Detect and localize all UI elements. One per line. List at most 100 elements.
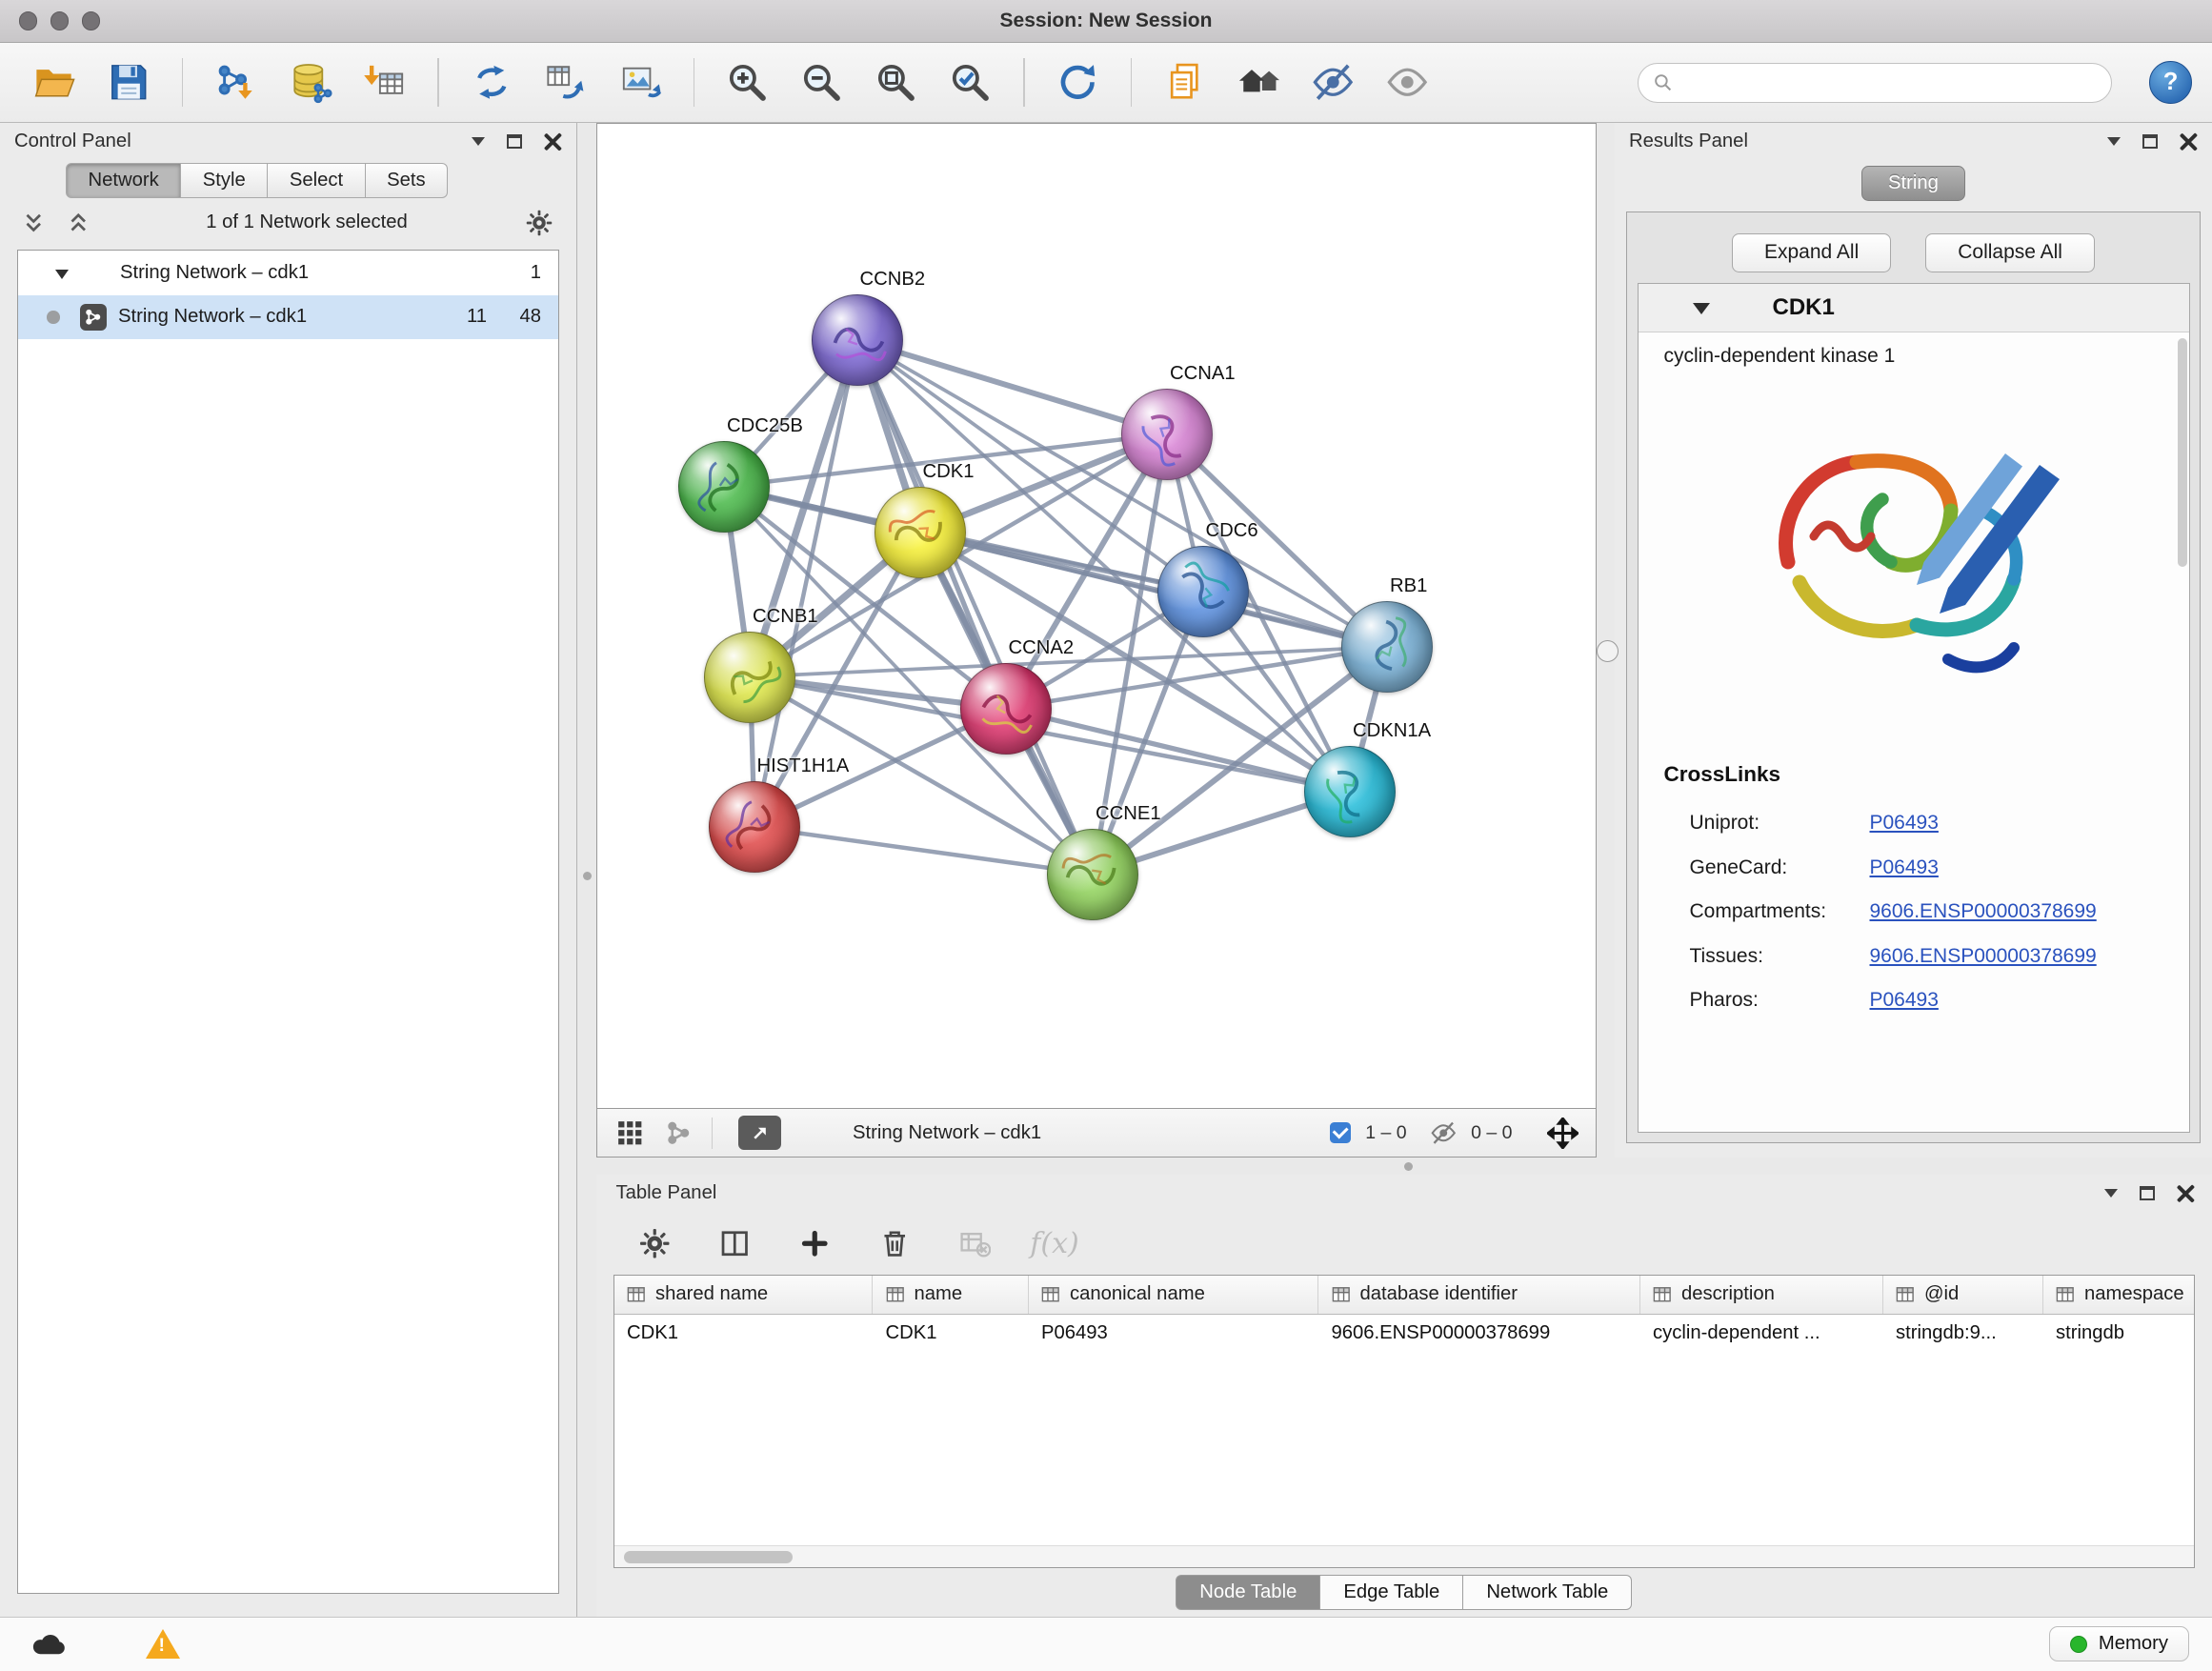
collapse-all-button[interactable]: Collapse All bbox=[1925, 233, 2095, 272]
edge-CCNB2-CCNE1[interactable] bbox=[857, 340, 1094, 875]
gene-collapse-icon[interactable] bbox=[1693, 303, 1710, 323]
network-collection-row[interactable]: String Network – cdk1 1 bbox=[18, 251, 558, 295]
network-canvas[interactable]: CCNB2CCNA1CDC25BCDK1CDC6RB1CCNB1CCNA2CDK… bbox=[596, 123, 1597, 1109]
crosslink-tissues-link[interactable]: 9606.ENSP00000378699 bbox=[1870, 945, 2097, 968]
gene-section-header[interactable]: CDK1 bbox=[1639, 284, 2189, 332]
node-CDC6[interactable] bbox=[1157, 546, 1249, 637]
node-RB1[interactable] bbox=[1341, 601, 1433, 693]
node-table-body: CDK1CDK1P064939606.ENSP00000378699cyclin… bbox=[614, 1315, 2195, 1546]
import-network-database-button[interactable] bbox=[276, 51, 345, 114]
column-header-database-identifier[interactable]: database identifier bbox=[1318, 1276, 1640, 1314]
collapse-tree-icon[interactable] bbox=[68, 211, 90, 234]
control-tab-network[interactable]: Network bbox=[66, 163, 181, 198]
results-panel-float-icon[interactable] bbox=[2142, 134, 2159, 149]
zoom-selected-button[interactable] bbox=[936, 51, 1005, 114]
expand-tree-icon[interactable] bbox=[23, 211, 45, 234]
results-panel-close-icon[interactable] bbox=[2180, 132, 2199, 151]
control-tab-style[interactable]: Style bbox=[181, 163, 268, 198]
duplicate-network-button[interactable] bbox=[457, 51, 526, 114]
grid-view-icon[interactable] bbox=[614, 1117, 646, 1149]
network-options-gear-icon[interactable] bbox=[525, 209, 553, 237]
birdseye-view-button[interactable] bbox=[738, 1116, 781, 1150]
control-panel-menu-icon[interactable] bbox=[472, 137, 485, 152]
zoom-in-button[interactable] bbox=[714, 51, 782, 114]
tab-edge-table[interactable]: Edge Table bbox=[1320, 1575, 1463, 1610]
warnings-button[interactable] bbox=[137, 1625, 189, 1662]
table-panel-splitter[interactable] bbox=[596, 1158, 2212, 1175]
maximize-window-button[interactable] bbox=[82, 11, 101, 30]
tab-node-table[interactable]: Node Table bbox=[1176, 1575, 1320, 1610]
selected-nodes-checkbox-icon[interactable] bbox=[1330, 1122, 1352, 1144]
control-panel-float-icon[interactable] bbox=[507, 134, 523, 149]
scrollbar-thumb[interactable] bbox=[624, 1551, 793, 1564]
crosslink-pharos-link[interactable]: P06493 bbox=[1870, 989, 1939, 1012]
import-network-file-button[interactable] bbox=[202, 51, 271, 114]
node-HIST1H1A[interactable] bbox=[709, 781, 800, 873]
control-tab-select[interactable]: Select bbox=[268, 163, 365, 198]
refresh-view-button[interactable] bbox=[1043, 51, 1112, 114]
column-header-shared-name[interactable]: shared name bbox=[614, 1276, 874, 1314]
collection-expand-icon[interactable] bbox=[55, 270, 69, 286]
hide-panel-button[interactable] bbox=[1299, 51, 1368, 114]
home-button[interactable] bbox=[1225, 51, 1294, 114]
expand-all-button[interactable]: Expand All bbox=[1732, 233, 1891, 272]
node-CCNA1[interactable] bbox=[1121, 389, 1213, 480]
column-header-name[interactable]: name bbox=[873, 1276, 1029, 1314]
string-results-tab[interactable]: String bbox=[1861, 166, 1965, 201]
node-CDK1[interactable] bbox=[875, 487, 966, 578]
node-CDKN1A[interactable] bbox=[1304, 746, 1396, 837]
column-header-description[interactable]: description bbox=[1640, 1276, 1883, 1314]
network-row[interactable]: String Network – cdk1 11 48 bbox=[18, 295, 558, 340]
tab-network-table[interactable]: Network Table bbox=[1463, 1575, 1632, 1610]
results-panel-menu-icon[interactable] bbox=[2107, 137, 2121, 152]
node-CCNE1[interactable] bbox=[1047, 829, 1138, 920]
node-CCNB2[interactable] bbox=[812, 294, 903, 386]
column-header-canonical-name[interactable]: canonical name bbox=[1029, 1276, 1319, 1314]
table-panel-float-icon[interactable] bbox=[2140, 1186, 2156, 1200]
open-session-button[interactable] bbox=[20, 51, 89, 114]
control-tab-sets[interactable]: Sets bbox=[366, 163, 449, 198]
import-table-button[interactable] bbox=[351, 51, 419, 114]
delete-column-button[interactable] bbox=[876, 1225, 914, 1262]
search-input[interactable] bbox=[1681, 71, 2097, 93]
column-header-namespace[interactable]: namespace bbox=[2043, 1276, 2195, 1314]
export-image-button[interactable] bbox=[606, 51, 674, 114]
edge-CCNB2-CCNA1[interactable] bbox=[857, 340, 1168, 434]
pan-move-icon[interactable] bbox=[1547, 1117, 1579, 1149]
edge-HIST1H1A-CCNE1[interactable] bbox=[754, 827, 1094, 875]
zoom-out-button[interactable] bbox=[788, 51, 856, 114]
session-details-button[interactable] bbox=[1151, 51, 1219, 114]
share-network-icon[interactable] bbox=[663, 1117, 694, 1149]
crosslink-genecard-link[interactable]: P06493 bbox=[1870, 856, 1939, 879]
help-button[interactable]: ? bbox=[2149, 61, 2192, 104]
crosslink-compartments-link[interactable]: 9606.ENSP00000378699 bbox=[1870, 900, 2097, 923]
edge-CDK1-RB1[interactable] bbox=[920, 533, 1388, 647]
toolbar-search[interactable] bbox=[1638, 63, 2112, 103]
titlebar[interactable]: Session: New Session bbox=[0, 0, 2212, 43]
network-from-table-button[interactable] bbox=[532, 51, 600, 114]
add-column-button[interactable] bbox=[796, 1225, 834, 1262]
cloud-status-button[interactable] bbox=[23, 1625, 74, 1662]
node-CCNA2[interactable] bbox=[960, 663, 1052, 755]
show-columns-button[interactable] bbox=[716, 1225, 754, 1262]
table-panel-close-icon[interactable] bbox=[2177, 1184, 2196, 1203]
close-window-button[interactable] bbox=[19, 11, 38, 30]
save-session-button[interactable] bbox=[94, 51, 163, 114]
control-panel-close-icon[interactable] bbox=[544, 132, 563, 151]
node-CCNB1[interactable] bbox=[704, 632, 795, 723]
edge-CCNB2-HIST1H1A[interactable] bbox=[754, 340, 857, 828]
left-panel-splitter[interactable] bbox=[577, 123, 596, 1617]
table-settings-button[interactable] bbox=[636, 1225, 674, 1262]
results-panel-splitter[interactable] bbox=[1597, 123, 1616, 1158]
results-scrollbar[interactable] bbox=[2178, 338, 2188, 567]
table-row[interactable]: CDK1CDK1P064939606.ENSP00000378699cyclin… bbox=[614, 1315, 2195, 1354]
minimize-window-button[interactable] bbox=[50, 11, 70, 30]
crosslink-uniprot-link[interactable]: P06493 bbox=[1870, 812, 1939, 835]
table-horizontal-scrollbar[interactable] bbox=[614, 1545, 2195, 1567]
zoom-fit-button[interactable] bbox=[862, 51, 931, 114]
node-CDC25B[interactable] bbox=[678, 441, 770, 533]
show-panel-button[interactable] bbox=[1374, 51, 1442, 114]
memory-button[interactable]: Memory bbox=[2049, 1626, 2189, 1661]
column-header-id[interactable]: @id bbox=[1883, 1276, 2043, 1314]
table-panel-menu-icon[interactable] bbox=[2104, 1189, 2118, 1204]
